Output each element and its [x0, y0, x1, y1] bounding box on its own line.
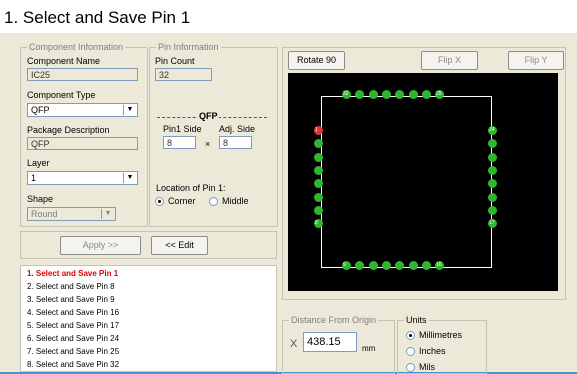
- pin-pad[interactable]: [314, 152, 323, 162]
- pin-pad[interactable]: [488, 179, 497, 189]
- pin-number-label: 16: [436, 262, 442, 268]
- layer-select[interactable]: 1 ▼: [27, 171, 138, 185]
- chevron-down-icon[interactable]: ▼: [123, 105, 136, 115]
- step-item[interactable]: 4. Select and Save Pin 16: [27, 308, 119, 317]
- step-item[interactable]: 6. Select and Save Pin 24: [27, 334, 119, 343]
- pin-number-label: 24: [489, 127, 495, 133]
- pin-number-label: 32: [343, 91, 349, 97]
- middle-radio[interactable]: Middle: [209, 196, 249, 206]
- shape-select[interactable]: Round ▼: [27, 207, 116, 221]
- step-item[interactable]: 7. Select and Save Pin 25: [27, 347, 119, 356]
- rotate-button[interactable]: Rotate 90: [288, 51, 345, 70]
- adj-side-label: Adj. Side: [219, 124, 256, 134]
- steps-list: 1. Select and Save Pin 1 2. Select and S…: [20, 265, 277, 372]
- component-type-label: Component Type: [27, 90, 96, 100]
- step-item[interactable]: 3. Select and Save Pin 9: [27, 295, 115, 304]
- chevron-down-icon[interactable]: ▼: [123, 173, 136, 183]
- pin-pad[interactable]: [488, 152, 497, 162]
- inches-radio[interactable]: Inches: [406, 346, 446, 356]
- step-item[interactable]: 2. Select and Save Pin 8: [27, 282, 115, 291]
- millimetres-radio[interactable]: Millimetres: [406, 330, 462, 340]
- pin-number-label: 25: [436, 91, 442, 97]
- component-type-select[interactable]: QFP ▼: [27, 103, 138, 117]
- pin1-side-label: Pin1 Side: [163, 124, 202, 134]
- pin1-side-field[interactable]: 8: [163, 136, 196, 149]
- component-name-field[interactable]: IC25: [27, 68, 138, 81]
- pin-number-label: 8: [315, 220, 318, 227]
- pin-pad[interactable]: [355, 261, 365, 270]
- action-bar: [20, 231, 277, 259]
- shape-label: Shape: [27, 194, 54, 204]
- pin-pad[interactable]: [314, 165, 323, 175]
- edit-button[interactable]: << Edit: [151, 236, 208, 255]
- pin-number-label: 9: [343, 262, 346, 268]
- step-item[interactable]: 8. Select and Save Pin 32: [27, 360, 119, 369]
- pin-count-label: Pin Count: [155, 56, 195, 66]
- component-outline: [321, 96, 492, 268]
- radio-selected-icon: [155, 196, 164, 206]
- pin-pad[interactable]: [488, 139, 497, 149]
- distance-legend: Distance From Origin: [289, 315, 379, 325]
- component-name-label: Component Name: [27, 56, 101, 66]
- radio-unselected-icon: [406, 346, 415, 356]
- qfp-label: QFP: [198, 111, 219, 121]
- inches-label: Inches: [419, 346, 446, 356]
- pin-pad[interactable]: [314, 205, 323, 215]
- apply-button[interactable]: Apply >>: [60, 236, 141, 255]
- corner-radio-label: Corner: [168, 196, 196, 206]
- units-legend: Units: [404, 315, 429, 325]
- pin-pad[interactable]: [314, 192, 323, 202]
- distance-field[interactable]: 438.15: [303, 332, 357, 352]
- radio-selected-icon: [406, 330, 415, 340]
- flip-y-button[interactable]: Flip Y: [508, 51, 564, 70]
- times-sign: ×: [205, 139, 211, 149]
- step-item[interactable]: 1. Select and Save Pin 1: [27, 269, 118, 278]
- pin-pad[interactable]: [408, 261, 418, 270]
- pin-pad[interactable]: [381, 261, 391, 270]
- unit-label: mm: [362, 344, 376, 353]
- package-description-label: Package Description: [27, 125, 110, 135]
- radio-unselected-icon: [406, 362, 415, 372]
- page-title: 1. Select and Save Pin 1: [4, 8, 191, 27]
- package-description-field[interactable]: QFP: [27, 137, 138, 150]
- axis-label: X: [290, 338, 298, 350]
- layer-value: 1: [31, 173, 37, 183]
- pin-pad[interactable]: [408, 90, 418, 99]
- chevron-down-icon[interactable]: ▼: [101, 209, 114, 219]
- adj-side-field[interactable]: 8: [219, 136, 252, 149]
- flip-x-button[interactable]: Flip X: [421, 51, 478, 70]
- main-panel: Component Information Component Name IC2…: [0, 33, 577, 374]
- pin-pad[interactable]: [421, 90, 431, 99]
- millimetres-label: Millimetres: [419, 330, 463, 340]
- component-info-legend: Component Information: [27, 42, 126, 52]
- pin-pad[interactable]: [381, 90, 391, 99]
- pin-number-label: 17: [489, 220, 495, 227]
- footprint-canvas[interactable]: 1 8 24 17 32 25 9 16: [288, 73, 558, 291]
- shape-value: Round: [31, 209, 58, 219]
- layer-label: Layer: [27, 158, 50, 168]
- pin-count-field[interactable]: 32: [155, 68, 212, 81]
- pin-pad[interactable]: [368, 90, 378, 99]
- title-bar: 1. Select and Save Pin 1: [0, 0, 577, 34]
- pin-pad[interactable]: [488, 192, 497, 202]
- pin-pad[interactable]: [488, 165, 497, 175]
- location-label: Location of Pin 1:: [156, 183, 226, 193]
- pin-pad[interactable]: [488, 205, 497, 215]
- pin-info-legend: Pin Information: [156, 42, 221, 52]
- radio-unselected-icon: [209, 196, 218, 206]
- corner-radio[interactable]: Corner: [155, 196, 196, 206]
- middle-radio-label: Middle: [222, 196, 249, 206]
- pin-pad[interactable]: [368, 261, 378, 270]
- pin-number-label: 1: [315, 127, 318, 133]
- mils-radio[interactable]: Mils: [406, 362, 435, 372]
- component-type-value: QFP: [31, 105, 50, 115]
- step-item[interactable]: 5. Select and Save Pin 17: [27, 321, 119, 330]
- pin-pad[interactable]: [421, 261, 431, 270]
- mils-label: Mils: [419, 362, 435, 372]
- pin-pad[interactable]: [395, 261, 405, 270]
